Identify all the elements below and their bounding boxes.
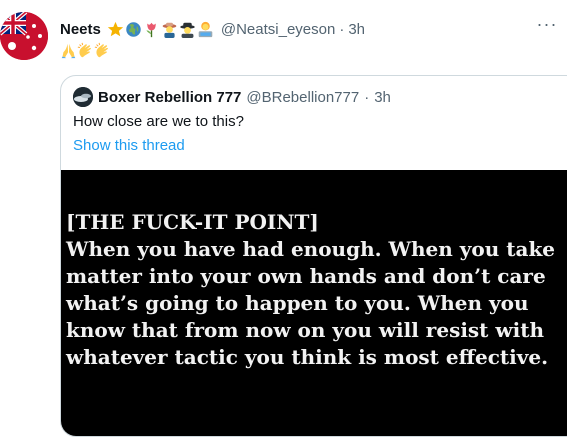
tulip-emoji-icon bbox=[146, 22, 156, 37]
image-text-line: know that from now on you will resist wi… bbox=[66, 318, 544, 342]
more-options-icon[interactable]: ··· bbox=[535, 15, 559, 38]
image-text-line: [THE FUCK-IT POINT] bbox=[66, 210, 319, 234]
tweet-text bbox=[60, 40, 111, 60]
image-text-line: When you have had enough. When you take bbox=[66, 237, 556, 261]
image-text-line: what’s going to happen to you. When you bbox=[66, 291, 529, 315]
clapping-hands-emoji-icon bbox=[94, 42, 108, 57]
quoted-tweet-text: How close are we to this? bbox=[73, 113, 244, 130]
detective-emoji-icon bbox=[180, 22, 195, 38]
quoted-tweet-timestamp: 3h bbox=[374, 88, 391, 106]
name-emojis bbox=[107, 21, 214, 38]
separator-dot: · bbox=[339, 20, 345, 38]
tweet-timestamp[interactable]: 3h bbox=[348, 21, 365, 38]
image-text-line: whatever tactic you think is most effect… bbox=[66, 345, 549, 369]
globe-emoji-icon bbox=[126, 21, 141, 37]
quoted-avatar-image bbox=[73, 87, 93, 107]
australia-flag-avatar-image bbox=[0, 12, 48, 60]
quoted-author-avatar bbox=[73, 87, 93, 107]
star-emoji-icon bbox=[107, 21, 124, 36]
separator-dot: · bbox=[364, 88, 370, 106]
quoted-author-name: Boxer Rebellion 777 bbox=[98, 88, 242, 106]
tweet[interactable]: Neets @Neatsi_eyeson · 3h ··· Boxer Rebe… bbox=[0, 0, 567, 437]
avatar[interactable] bbox=[0, 12, 48, 60]
folded-hands-emoji-icon bbox=[61, 43, 76, 58]
author-handle[interactable]: @Neatsi_eyeson bbox=[221, 21, 335, 38]
image-text-line: matter into your own hands and don’t car… bbox=[66, 264, 546, 288]
quoted-tweet[interactable]: Boxer Rebellion 777 @BRebellion777 · 3h … bbox=[60, 75, 567, 437]
show-this-thread-link[interactable]: Show this thread bbox=[73, 137, 185, 154]
clapping-hands-emoji-icon bbox=[77, 42, 91, 57]
image-caption-text: [THE FUCK-IT POINT] When you have had en… bbox=[66, 209, 566, 371]
tweet-header: Neets @Neatsi_eyeson · 3h bbox=[60, 19, 365, 39]
author-name[interactable]: Neets bbox=[60, 21, 101, 38]
technologist-emoji-icon bbox=[198, 21, 213, 37]
quoted-author-handle: @BRebellion777 bbox=[246, 88, 360, 106]
farmer-emoji-icon bbox=[162, 22, 177, 38]
quoted-tweet-header: Boxer Rebellion 777 @BRebellion777 · 3h bbox=[73, 87, 391, 107]
quoted-tweet-image[interactable]: [THE FUCK-IT POINT] When you have had en… bbox=[61, 170, 567, 436]
